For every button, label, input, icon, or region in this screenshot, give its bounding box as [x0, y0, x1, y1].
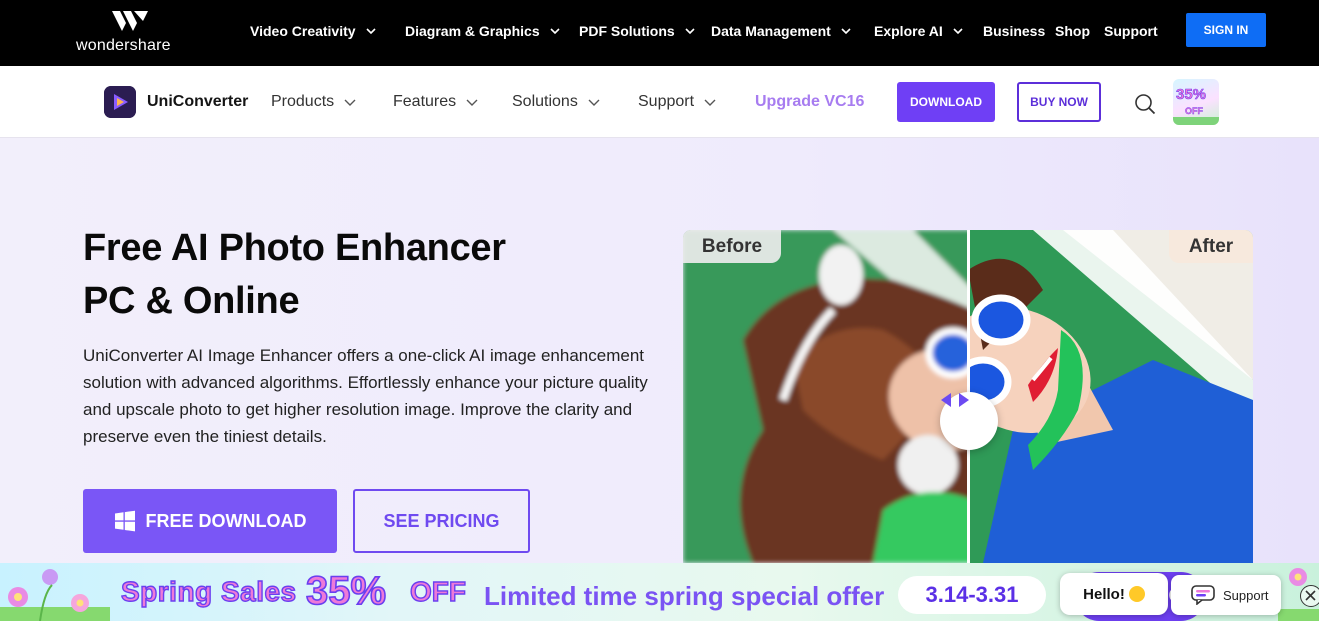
- hero-title: Free AI Photo Enhancer PC & Online: [83, 222, 603, 328]
- free-download-label: FREE DOWNLOAD: [145, 510, 307, 531]
- chevron-down-icon: [953, 28, 963, 35]
- product-header: UniConverter Products Features Solutions…: [0, 66, 1319, 138]
- grass-decoration: [1173, 117, 1219, 125]
- topnav-label: Diagram & Graphics: [405, 23, 540, 39]
- topnav-label: Support: [1104, 23, 1158, 39]
- chevron-down-icon: [704, 99, 716, 106]
- hello-label: Hello!: [1083, 585, 1125, 603]
- before-label: Before: [683, 230, 781, 263]
- topnav-label: Explore AI: [874, 23, 943, 39]
- close-icon: [1305, 590, 1316, 601]
- sale-badge-off: OFF: [1185, 106, 1203, 116]
- topnav-label: Business: [983, 23, 1046, 39]
- chevron-down-icon: [841, 28, 851, 35]
- chevron-down-icon: [365, 28, 376, 35]
- before-after-comparison[interactable]: Before After: [683, 230, 1253, 563]
- product-menu-support[interactable]: Support: [638, 92, 717, 112]
- hero-title-line-1: Free AI Photo Enhancer: [83, 227, 506, 269]
- product-name[interactable]: UniConverter: [147, 93, 248, 111]
- upgrade-link[interactable]: Upgrade VC16: [755, 93, 864, 111]
- buy-now-button[interactable]: BUY NOW: [1017, 82, 1101, 122]
- topnav-label: Data Management: [711, 23, 831, 39]
- chevron-down-icon: [550, 28, 560, 35]
- banner-close-button[interactable]: [1300, 585, 1319, 607]
- topnav-label: PDF Solutions: [579, 23, 675, 39]
- wondershare-logo[interactable]: wondershare: [76, 9, 182, 55]
- topnav-shop[interactable]: Shop: [1055, 20, 1090, 42]
- product-menu-label: Products: [271, 93, 335, 110]
- topnav-diagram-graphics[interactable]: Diagram & Graphics: [405, 20, 561, 42]
- compare-arrows-icon: [941, 393, 969, 407]
- banner-off: OFF: [409, 575, 466, 607]
- chat-support-icon: [1191, 585, 1215, 605]
- topnav-support[interactable]: Support: [1104, 20, 1158, 42]
- banner-percent: 35%: [305, 568, 387, 614]
- product-menu-label: Support: [638, 93, 695, 110]
- topnav-label: Shop: [1055, 23, 1090, 39]
- chevron-down-icon: [344, 99, 356, 106]
- topnav-data-management[interactable]: Data Management: [711, 20, 852, 42]
- hero-title-line-2: PC & Online: [83, 280, 300, 322]
- support-label: Support: [1223, 587, 1269, 603]
- topnav-business[interactable]: Business: [983, 20, 1045, 42]
- brand-wordmark: wondershare: [76, 37, 171, 54]
- product-menu-solutions[interactable]: Solutions: [512, 92, 601, 112]
- compare-handle[interactable]: [940, 392, 998, 450]
- product-menu-label: Solutions: [512, 93, 578, 110]
- banner-spring-sales: Spring Sales: [120, 575, 297, 607]
- chevron-down-icon: [588, 99, 600, 106]
- download-button[interactable]: DOWNLOAD: [897, 82, 995, 122]
- product-menu-products[interactable]: Products: [271, 92, 357, 112]
- smile-emoji-icon: [1128, 586, 1145, 602]
- topnav-video-creativity[interactable]: Video Creativity: [250, 20, 377, 42]
- sign-in-button[interactable]: SIGN IN: [1186, 13, 1266, 47]
- after-label: After: [1169, 230, 1253, 263]
- sale-badge[interactable]: 35% OFF: [1173, 79, 1219, 125]
- topnav-pdf-solutions[interactable]: PDF Solutions: [579, 20, 696, 42]
- sale-badge-percent: 35%: [1176, 86, 1207, 104]
- flowers-decoration: [0, 569, 110, 621]
- uniconverter-logo-icon[interactable]: [104, 86, 136, 118]
- see-pricing-button[interactable]: SEE PRICING: [353, 489, 530, 553]
- search-icon[interactable]: [1134, 93, 1156, 115]
- product-menu-features[interactable]: Features: [393, 92, 479, 112]
- hello-chat-bubble[interactable]: Hello!: [1060, 573, 1168, 615]
- wondershare-logo-icon: [112, 11, 148, 31]
- hero-description: UniConverter AI Image Enhancer offers a …: [83, 346, 648, 446]
- banner-dates: 3.14-3.31: [898, 576, 1046, 614]
- banner-limited-offer: Limited time spring special offer: [484, 581, 885, 611]
- topnav-explore-ai[interactable]: Explore AI: [874, 20, 964, 42]
- product-menu-label: Features: [393, 93, 457, 110]
- windows-icon: [114, 510, 135, 532]
- free-download-button[interactable]: FREE DOWNLOAD: [83, 489, 337, 553]
- support-chat-button[interactable]: Support: [1171, 575, 1281, 615]
- global-header: wondershare Video Creativity Diagram & G…: [0, 0, 1319, 66]
- chevron-down-icon: [466, 99, 478, 106]
- chevron-down-icon: [685, 28, 695, 35]
- topnav-label: Video Creativity: [250, 23, 356, 39]
